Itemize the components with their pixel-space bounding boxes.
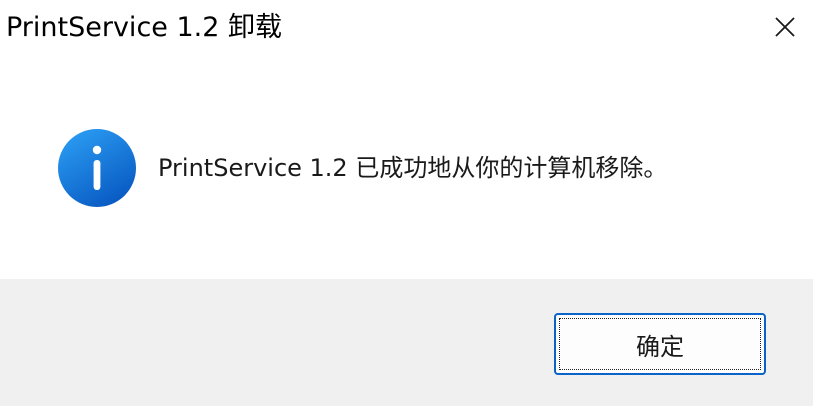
window-title: PrintService 1.2 卸载 — [6, 12, 282, 43]
uninstall-dialog: PrintService 1.2 卸载 PrintService 1.2 已成功… — [0, 0, 813, 406]
close-button[interactable] — [757, 0, 813, 54]
title-bar: PrintService 1.2 卸载 — [0, 0, 813, 58]
ok-button-label: 确定 — [559, 318, 761, 370]
status-message: PrintService 1.2 已成功地从你的计算机移除。 — [158, 154, 668, 182]
close-icon — [774, 16, 796, 38]
ok-button[interactable]: 确定 — [554, 313, 766, 375]
dialog-footer: 确定 — [0, 279, 813, 406]
info-icon — [57, 128, 137, 208]
dialog-content: PrintService 1.2 已成功地从你的计算机移除。 — [0, 58, 813, 279]
